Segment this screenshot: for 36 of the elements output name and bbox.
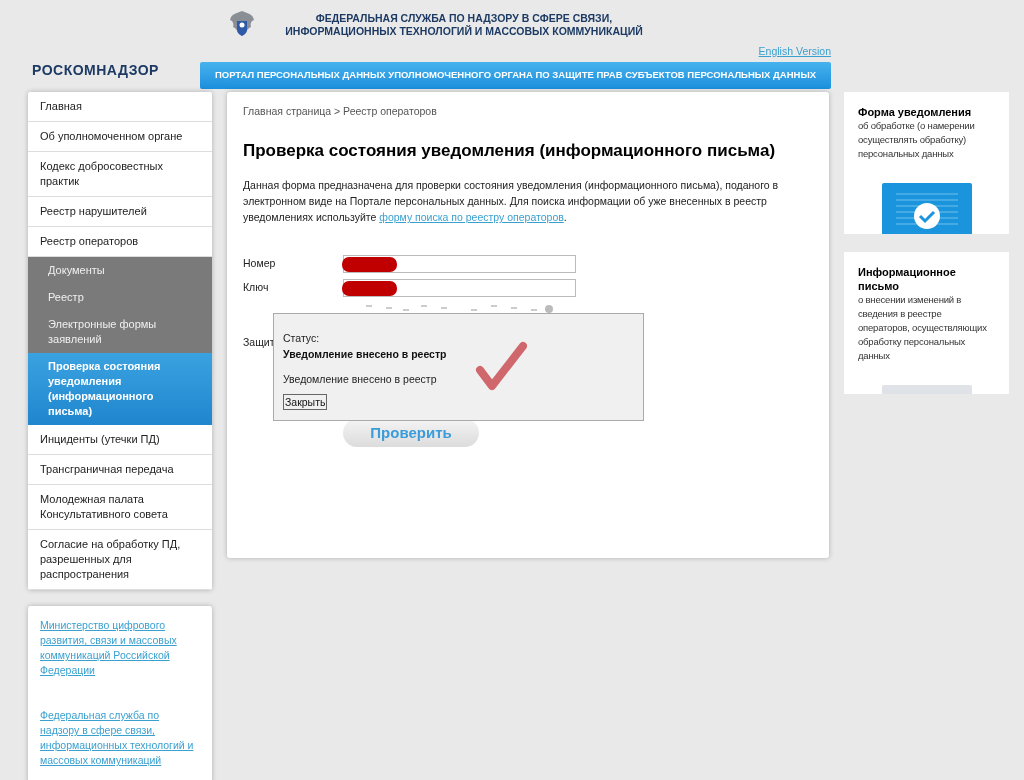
checkmark-icon (475, 340, 527, 392)
nav-subitem[interactable]: Реестр (28, 284, 212, 311)
page-title: Проверка состояния уведомления (информационного письма) (243, 139, 777, 162)
info-card[interactable]: Форма уведомления об обработке (о намерении осуществлять обработку) персональных данных (844, 92, 1009, 234)
nav-item[interactable]: Трансграничная передача (28, 455, 212, 485)
nav-item[interactable]: Согласие на обработку ПД, разрешенных для распространения (28, 530, 212, 590)
nav-item[interactable]: Молодежная палата Консультативного совета (28, 485, 212, 530)
status-label: Статус: (283, 331, 321, 346)
input-field[interactable] (343, 279, 576, 298)
card-text: о внесении изменений в сведения в реестре операторов, осуществляющих обработку персональных данных (858, 293, 988, 363)
status-message: Уведомление внесено в реестр (283, 371, 438, 387)
field-label: Ключ (243, 280, 270, 296)
status-value: Уведомление внесено в реестр (283, 346, 448, 362)
nav-subitem[interactable]: Проверка состояния уведомления (информационного письма) (28, 353, 212, 425)
card-title: Форма уведомления (858, 105, 973, 119)
nav-item[interactable]: Об уполномоченном органе (28, 122, 212, 152)
nav-subitem[interactable]: Электронные формы заявлений (28, 311, 212, 353)
agency-title: ФЕДЕРАЛЬНАЯ СЛУЖБА ПО НАДЗОРУ В СФЕРЕ СВЯЗИ, ИНФОРМАЦИОННЫХ ТЕХНОЛОГИЙ И МАССОВЫХ КОММУНИКАЦИЙ (284, 12, 644, 38)
nav-item[interactable]: Инциденты (утечки ПД) (28, 425, 212, 455)
document-check-icon (881, 183, 972, 234)
info-card[interactable]: Информационное письмо о внесении изменений в сведения в реестре операторов, осуществляющих обработку персональных данных (844, 252, 1009, 394)
card-title: Информационное письмо (858, 265, 957, 293)
close-button[interactable]: Закрыть (283, 394, 328, 411)
nav-subitem[interactable]: Документы (28, 257, 212, 284)
field-label: Номер (243, 256, 277, 272)
site-logo[interactable]: РОСКОМНАДЗОР (32, 60, 200, 81)
nav-item[interactable]: Реестр операторов (28, 227, 212, 257)
breadcrumb: Главная страница > Реестр операторов (243, 104, 438, 119)
captcha-label: Защит (243, 335, 275, 351)
card-text: об обработке (о намерении осуществлять обработку) персональных данных (858, 119, 976, 161)
input-field[interactable] (343, 255, 576, 274)
nav-item[interactable]: Кодекс добросовестных практик (28, 152, 212, 197)
intro-paragraph: Данная форма предназначена для проверки состояния уведомления (информационного письма), поданого в электронном виде на Портале персональных данных. Для поиска информации об уже внесенных в реестр уведомлениях используйте форму поиска по реестру операторов. (243, 178, 780, 226)
nav-item[interactable]: Главная (28, 92, 212, 122)
nav-item[interactable]: Реестр нарушителей (28, 197, 212, 227)
portal-banner: ПОРТАЛ ПЕРСОНАЛЬНЫХ ДАННЫХ УПОЛНОМОЧЕННОГО ОРГАНА ПО ЗАЩИТЕ ПРАВ СУБЪЕКТОВ ПЕРСОНАЛЬНЫХ ДАННЫХ (200, 61, 831, 89)
